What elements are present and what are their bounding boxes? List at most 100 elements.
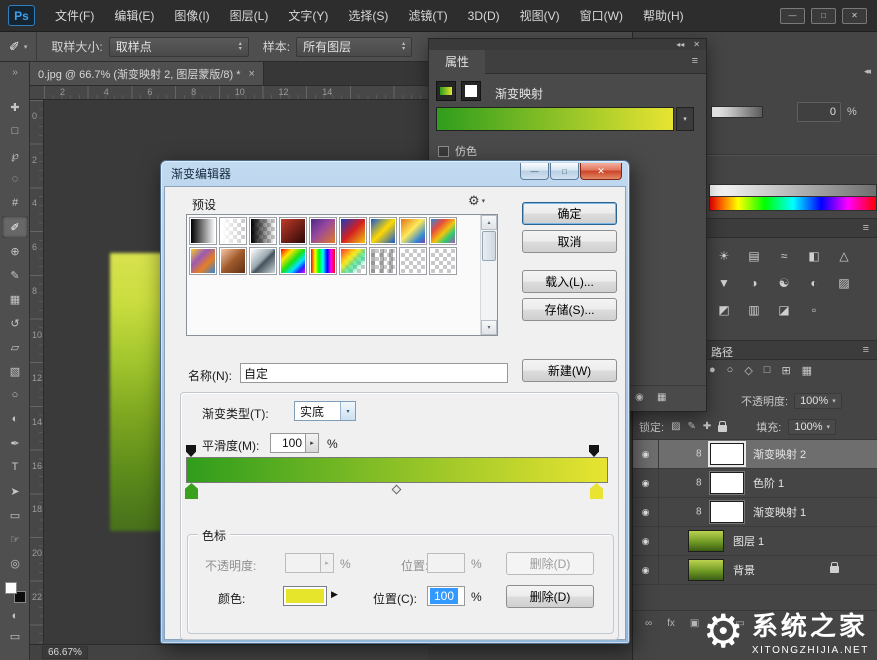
layer-row[interactable]: ◉ 背景 xyxy=(633,556,877,585)
gray-ramp-bar[interactable] xyxy=(709,184,877,197)
gradient-type-dropdown[interactable]: 实底 ▾ xyxy=(294,401,356,421)
scrollbar-thumb[interactable] xyxy=(482,231,496,261)
save-button[interactable]: 存储(S)... xyxy=(522,298,617,321)
layer-thumbnail[interactable] xyxy=(688,559,724,581)
adjustment-icon[interactable]: △ xyxy=(829,242,859,269)
panel-footer-icon[interactable]: ∞ xyxy=(645,618,652,629)
dodge-tool[interactable]: ◐ xyxy=(2,408,28,430)
gradient-preset[interactable] xyxy=(219,247,247,275)
crop-tool[interactable]: # xyxy=(2,192,28,214)
presets-scrollbar[interactable]: ▴ ▾ xyxy=(480,215,497,335)
layer-row[interactable]: ◉ 8 色阶 1 xyxy=(633,469,877,498)
cancel-button[interactable]: 取消 xyxy=(522,230,617,253)
smoothness-input[interactable]: 100 xyxy=(270,433,306,453)
layer-mask-thumbnail[interactable] xyxy=(710,443,744,465)
zoom-tool[interactable]: ◎ xyxy=(2,552,28,574)
sample-size-dropdown[interactable]: 取样点 ▴ ▾ xyxy=(108,36,249,57)
document-image[interactable] xyxy=(110,253,163,531)
dialog-close-button[interactable]: ✕ xyxy=(580,163,622,180)
scroll-up-icon[interactable]: ▴ xyxy=(481,215,497,230)
color-spectrum-bar[interactable] xyxy=(709,197,877,211)
ok-button[interactable]: 确定 xyxy=(522,202,617,225)
gradient-preset[interactable] xyxy=(279,247,307,275)
lock-all-icon[interactable] xyxy=(718,420,728,432)
close-button[interactable]: ✕ xyxy=(842,7,867,24)
gradient-dropdown-button[interactable]: ▾ xyxy=(676,107,694,131)
adjustment-icon[interactable]: ◩ xyxy=(709,296,739,323)
document-tab[interactable]: 0.jpg @ 66.7% (渐变映射 2, 图层蒙版/8) * × xyxy=(30,62,264,85)
adjustment-icon[interactable]: ▼ xyxy=(709,269,739,296)
layer-row[interactable]: ◉ 8 渐变映射 2 xyxy=(633,440,877,469)
layer-mask-thumbnail[interactable] xyxy=(710,472,744,494)
gradient-preset[interactable] xyxy=(219,217,247,245)
panel-menu-icon[interactable]: ≡ xyxy=(863,344,869,356)
path-icon[interactable]: ◇ xyxy=(744,364,752,377)
menu-item[interactable]: 选择(S) xyxy=(338,0,398,32)
menu-item[interactable]: 图像(I) xyxy=(164,0,219,32)
menu-item[interactable]: 3D(D) xyxy=(458,0,510,32)
adjustment-icon[interactable]: ▤ xyxy=(739,242,769,269)
gradient-name-input[interactable] xyxy=(240,363,508,383)
visibility-eye-icon[interactable]: ◉ xyxy=(633,498,659,526)
gradient-preset[interactable] xyxy=(249,247,277,275)
marquee-tool[interactable]: □ xyxy=(2,120,28,142)
adjustment-icon[interactable]: ◪ xyxy=(769,296,799,323)
dialog-maximize-button[interactable]: □ xyxy=(550,163,579,180)
dither-checkbox[interactable] xyxy=(438,145,449,157)
gradient-preset[interactable] xyxy=(279,217,307,245)
visibility-eye-icon[interactable]: ◉ xyxy=(633,556,659,584)
gradient-preset[interactable] xyxy=(369,247,397,275)
dialog-minimize-button[interactable]: — xyxy=(520,163,549,180)
gradient-preset[interactable] xyxy=(339,247,367,275)
panel-footer-icon[interactable]: ▣ xyxy=(690,618,699,629)
visibility-eye-icon[interactable]: ◉ xyxy=(633,469,659,497)
presets-menu-button[interactable]: ⚙ ▾ xyxy=(468,193,485,209)
panel-footer-icon[interactable]: ▦ xyxy=(657,392,666,403)
sample-dropdown[interactable]: 所有图层 ▴ ▾ xyxy=(296,36,413,57)
fill-dropdown[interactable]: 100% ▾ xyxy=(788,418,837,435)
layer-thumbnail[interactable] xyxy=(688,530,724,552)
blur-tool[interactable]: ○ xyxy=(2,384,28,406)
density-value-field[interactable]: 0 xyxy=(797,102,841,122)
dock-collapse-icon[interactable]: ◂◂ xyxy=(864,66,871,77)
menu-item[interactable]: 窗口(W) xyxy=(570,0,633,32)
gradient-preset[interactable] xyxy=(339,217,367,245)
menu-item[interactable]: 滤镜(T) xyxy=(398,0,457,32)
menu-item[interactable]: 文件(F) xyxy=(45,0,104,32)
panel-close-icon[interactable]: ✕ xyxy=(693,40,700,49)
adjustment-icon[interactable]: ◐ xyxy=(799,269,829,296)
visibility-eye-icon[interactable]: ◉ xyxy=(633,440,659,468)
adjustment-icon[interactable]: ▨ xyxy=(829,269,859,296)
lasso-tool[interactable]: ℘ xyxy=(2,144,28,166)
current-tool-chip[interactable]: ✐ ▾ xyxy=(0,31,38,62)
new-button[interactable]: 新建(W) xyxy=(522,359,617,382)
adjustment-icon[interactable]: ▥ xyxy=(739,296,769,323)
path-icon[interactable]: ○ xyxy=(727,364,734,377)
tab-properties[interactable]: 属性 xyxy=(429,50,486,74)
gradient-preset[interactable] xyxy=(399,217,427,245)
hand-tool[interactable]: ☞ xyxy=(2,528,28,550)
load-button[interactable]: 载入(L)... xyxy=(522,270,617,293)
adjustment-icon[interactable]: ▫ xyxy=(799,296,829,323)
clone-stamp-tool[interactable]: ▦ xyxy=(2,288,28,310)
density-slider[interactable] xyxy=(711,106,763,118)
pen-tool[interactable]: ✒ xyxy=(2,432,28,454)
zoom-level-field[interactable]: 66.67% xyxy=(42,646,88,659)
color-flyout-icon[interactable]: ▶ xyxy=(331,589,338,600)
gradient-preset[interactable] xyxy=(189,247,217,275)
lock-icon[interactable]: ✚ xyxy=(703,421,711,432)
foreground-color-swatch[interactable] xyxy=(5,582,17,594)
maximize-button[interactable]: □ xyxy=(811,7,836,24)
gradient-preset[interactable] xyxy=(429,247,457,275)
lock-icon[interactable]: ✎ xyxy=(688,421,696,432)
gradient-preset[interactable] xyxy=(309,217,337,245)
toolbar-expand-icon[interactable]: » xyxy=(0,62,29,78)
brush-tool[interactable]: ✎ xyxy=(2,264,28,286)
gradient-preset[interactable] xyxy=(429,217,457,245)
gradient-edit-bar[interactable] xyxy=(185,445,608,499)
menu-item[interactable]: 视图(V) xyxy=(510,0,570,32)
quick-selection-tool[interactable]: ◌ xyxy=(2,168,28,190)
path-icon[interactable]: ▦ xyxy=(802,364,812,377)
adjustment-icon[interactable]: ☯ xyxy=(769,269,799,296)
gradient-tool[interactable]: ▧ xyxy=(2,360,28,382)
